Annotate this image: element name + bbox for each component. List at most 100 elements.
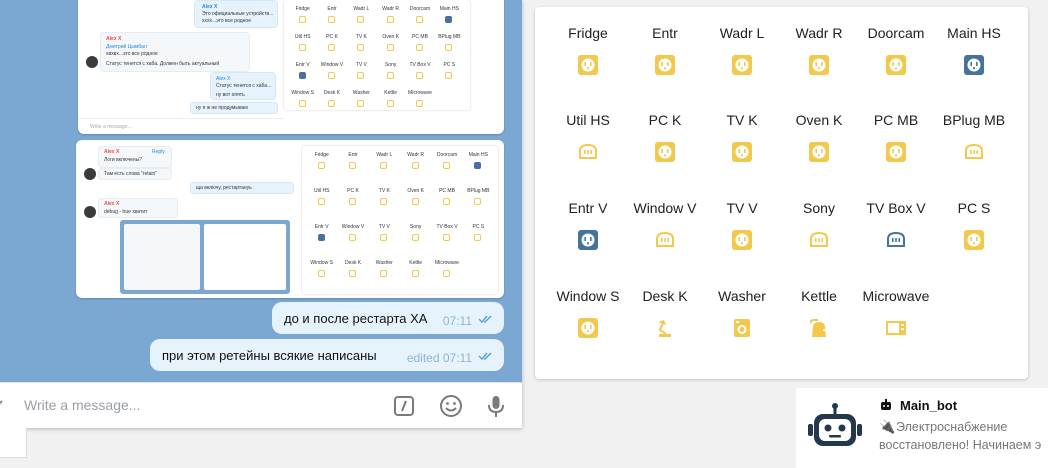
socket-icon xyxy=(809,55,829,75)
entity-toggle[interactable]: Entr V xyxy=(549,200,627,262)
entity-toggle[interactable]: BPlug MB xyxy=(935,112,1013,174)
desk-lamp-icon xyxy=(655,318,675,338)
mini-line: Это официальные устройств... xyxy=(202,11,274,17)
socket-icon xyxy=(578,230,598,250)
mini-line: Alex X xyxy=(202,4,218,10)
image-message-1[interactable]: Alex X Это официальные устройств... хххх… xyxy=(78,0,504,134)
avatar xyxy=(86,56,98,68)
mini-entity-icon xyxy=(411,198,419,205)
entity-toggle[interactable]: Wadr R xyxy=(780,25,858,87)
mini-entity-icon xyxy=(328,100,335,107)
emoji-icon[interactable] xyxy=(438,393,464,419)
mini-entity-icon xyxy=(380,162,388,169)
mini-entity-icon xyxy=(443,162,450,169)
avatar xyxy=(84,206,96,218)
socket-flat-icon xyxy=(655,230,675,250)
entity-name: BPlug MB xyxy=(942,112,1006,128)
outgoing-message[interactable]: до и после рестарта ХА 07:11 xyxy=(272,302,504,334)
mini-entity-icon xyxy=(445,44,453,51)
mini-entity-icon xyxy=(386,100,394,107)
socket-icon xyxy=(964,230,984,250)
entity-toggle[interactable]: PC S xyxy=(935,200,1013,262)
attach-icon[interactable] xyxy=(0,393,10,419)
microwave-icon xyxy=(886,318,906,338)
mini-entity-icon xyxy=(357,44,365,51)
entity-toggle[interactable]: TV Box V xyxy=(857,200,935,262)
entity-name: TV Box V xyxy=(866,200,926,216)
mini-entity-icon xyxy=(411,234,419,241)
mini-entity-icon xyxy=(380,270,388,277)
entity-toggle[interactable]: Oven K xyxy=(780,112,858,174)
notification-text: Электроснабжение xyxy=(896,420,1008,434)
entity-toggle[interactable]: Kettle xyxy=(780,288,858,350)
entity-toggle[interactable]: Wadr L xyxy=(703,25,781,87)
entity-toggle[interactable]: Microwave xyxy=(857,288,935,350)
mini-entity-icon xyxy=(328,16,335,23)
message-time: edited 07:11 xyxy=(406,351,472,365)
notification-text: восстановлено! Начинаем э xyxy=(879,438,1042,452)
entity-toggle[interactable]: Util HS xyxy=(549,112,627,174)
mini-line: ща включу, рестартануь xyxy=(196,185,252,191)
entity-name: PC S xyxy=(957,200,991,216)
entity-toggle[interactable]: Entr xyxy=(626,25,704,87)
entity-name: Oven K xyxy=(795,112,843,128)
mini-entity-icon xyxy=(298,72,306,79)
entity-toggle[interactable]: Window S xyxy=(549,288,627,350)
mini-entity-name: PC S xyxy=(443,62,456,68)
mini-entity-icon xyxy=(298,16,306,23)
entity-toggle[interactable]: Doorcam xyxy=(857,25,935,87)
entity-toggle[interactable]: Washer xyxy=(703,288,781,350)
bot-notification[interactable]: Main_bot 🔌 Электроснабжение восстановлен… xyxy=(796,388,1048,468)
entity-toggle[interactable]: PC MB xyxy=(857,112,935,174)
mini-entity-icon xyxy=(416,100,423,107)
entity-toggle[interactable]: Window V xyxy=(626,200,704,262)
entity-toggle[interactable]: Main HS xyxy=(935,25,1013,87)
message-text: до и после рестарта ХА xyxy=(284,311,428,326)
socket-icon xyxy=(578,55,598,75)
mini-line: Там есть слова "retain" xyxy=(104,171,158,177)
socket-icon xyxy=(655,55,675,75)
mini-entity-name: BPlug MB xyxy=(438,34,461,40)
mini-entity-icon xyxy=(380,234,388,241)
socket-icon xyxy=(578,318,598,338)
socket-icon xyxy=(964,55,984,75)
microphone-icon[interactable] xyxy=(483,393,509,419)
bot-badge-icon xyxy=(881,399,891,410)
mini-entity-icon xyxy=(474,234,482,241)
mini-entity-icon xyxy=(328,44,335,51)
socket-icon xyxy=(732,55,752,75)
image-message-2[interactable]: Alex X Reply Логи включены? Там есть сло… xyxy=(76,140,504,298)
entity-name: Fridge xyxy=(568,25,608,41)
bot-name: Main_bot xyxy=(900,398,958,413)
message-time: 07:11 xyxy=(442,314,472,328)
mini-entity-name: Microwave xyxy=(435,260,459,266)
socket-flat-icon xyxy=(964,142,984,162)
mini-entity-icon xyxy=(386,72,394,79)
mini-entity-name: BPlug MB xyxy=(467,188,490,194)
entity-name: Microwave xyxy=(862,288,930,304)
mini-ha-card: Fridge Entr Wadr L Wadr R Doorcam Main HS Util… xyxy=(284,0,470,110)
outgoing-message[interactable]: при этом ретейны всякие написаны edited … xyxy=(150,339,504,371)
entity-toggle[interactable]: Desk K xyxy=(626,288,704,350)
mini-entity-icon xyxy=(411,270,419,277)
entity-toggle[interactable]: Fridge xyxy=(549,25,627,87)
entity-toggle[interactable]: TV K xyxy=(703,112,781,174)
socket-icon xyxy=(655,142,675,162)
robot-icon xyxy=(808,403,862,446)
entity-toggle[interactable]: Sony xyxy=(780,200,858,262)
mini-line: Дмитрий Цымбал xyxy=(106,44,147,50)
socket-icon xyxy=(732,142,752,162)
mini-entity-icon xyxy=(357,72,365,79)
mini-line: хвхвх...это все родное xyxy=(106,51,158,57)
bot-commands-icon[interactable] xyxy=(391,393,417,419)
mini-entity-icon xyxy=(298,44,306,51)
entity-toggle[interactable]: PC K xyxy=(626,112,704,174)
mini-line: Статус тенется с хаба. Должен быть актуа… xyxy=(106,61,220,67)
mini-entity-icon xyxy=(317,162,325,169)
message-input[interactable]: Write a message... xyxy=(24,397,140,413)
entity-name: PC MB xyxy=(873,112,919,128)
window-fragment xyxy=(0,428,27,458)
chat-area[interactable]: Alex X Это официальные устройств... хххх… xyxy=(0,0,522,382)
mini-entity-name: Main HS xyxy=(439,6,459,12)
entity-toggle[interactable]: TV V xyxy=(703,200,781,262)
